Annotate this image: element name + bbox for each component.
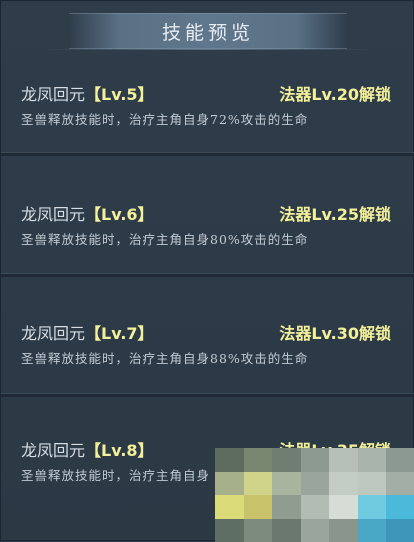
mosaic-cell (215, 472, 244, 496)
skill-level: 【Lv.7】 (85, 324, 154, 343)
skill-title: 龙凤回元 (21, 205, 85, 224)
mosaic-cell (386, 495, 414, 519)
panel-title: 技能预览 (162, 18, 254, 45)
skill-title: 龙凤回元 (21, 441, 85, 460)
mosaic-cell (329, 448, 358, 472)
mosaic-cell (329, 472, 358, 496)
mosaic-cell (358, 472, 387, 496)
mosaic-cell (301, 519, 330, 542)
skill-entry: 龙凤回元【Lv.5】 法器Lv.20解锁 圣兽释放技能时，治疗主角自身72%攻击… (1, 81, 414, 177)
skill-name: 龙凤回元【Lv.5】 (21, 81, 154, 105)
skill-description: 圣兽释放技能时，治疗主角自身72%攻击的生命 (21, 109, 308, 128)
divider (1, 393, 414, 397)
header-underline (41, 49, 375, 50)
skill-title: 龙凤回元 (21, 324, 85, 343)
mosaic-cell (272, 519, 301, 542)
mosaic-cell (215, 495, 244, 519)
skill-title: 龙凤回元 (21, 85, 85, 104)
skill-name: 龙凤回元【Lv.6】 (21, 201, 154, 225)
divider (1, 152, 414, 156)
skill-name: 龙凤回元【Lv.8】 (21, 437, 154, 461)
mosaic-cell (329, 519, 358, 542)
unlock-requirement: 法器Lv.30解锁 (279, 320, 391, 344)
mosaic-cell (301, 472, 330, 496)
skill-name: 龙凤回元【Lv.7】 (21, 320, 154, 344)
mosaic-cell (358, 448, 387, 472)
mosaic-cell (358, 519, 387, 542)
skill-level: 【Lv.8】 (85, 441, 154, 460)
mosaic-cell (215, 448, 244, 472)
mosaic-cell (358, 495, 387, 519)
unlock-requirement: 法器Lv.25解锁 (279, 201, 391, 225)
mosaic-cell (386, 448, 414, 472)
mosaic-cell (272, 495, 301, 519)
skill-entry: 龙凤回元【Lv.7】 法器Lv.30解锁 圣兽释放技能时，治疗主角自身88%攻击… (1, 320, 414, 416)
skill-level: 【Lv.6】 (85, 205, 154, 224)
mosaic-cell (244, 519, 273, 542)
divider (1, 273, 414, 277)
mosaic-cell (244, 472, 273, 496)
mosaic-cell (301, 448, 330, 472)
panel-header: 技能预览 (69, 13, 347, 49)
skill-entry: 龙凤回元【Lv.6】 法器Lv.25解锁 圣兽释放技能时，治疗主角自身80%攻击… (1, 201, 414, 297)
mosaic-cell (244, 495, 273, 519)
mosaic-cell (329, 495, 358, 519)
skill-description: 圣兽释放技能时，治疗主角自身88%攻击的生命 (21, 348, 308, 367)
pixelated-overlay (215, 448, 414, 542)
skill-description: 圣兽释放技能时，治疗主角自身 (21, 465, 210, 484)
mosaic-cell (301, 495, 330, 519)
mosaic-cell (386, 519, 414, 542)
mosaic-cell (272, 472, 301, 496)
mosaic-cell (386, 472, 414, 496)
skill-preview-panel: 技能预览 龙凤回元【Lv.5】 法器Lv.20解锁 圣兽释放技能时，治疗主角自身… (0, 0, 414, 541)
mosaic-cell (272, 448, 301, 472)
unlock-requirement: 法器Lv.20解锁 (279, 81, 391, 105)
skill-description: 圣兽释放技能时，治疗主角自身80%攻击的生命 (21, 229, 308, 248)
mosaic-cell (215, 519, 244, 542)
mosaic-cell (244, 448, 273, 472)
skill-level: 【Lv.5】 (85, 85, 154, 104)
